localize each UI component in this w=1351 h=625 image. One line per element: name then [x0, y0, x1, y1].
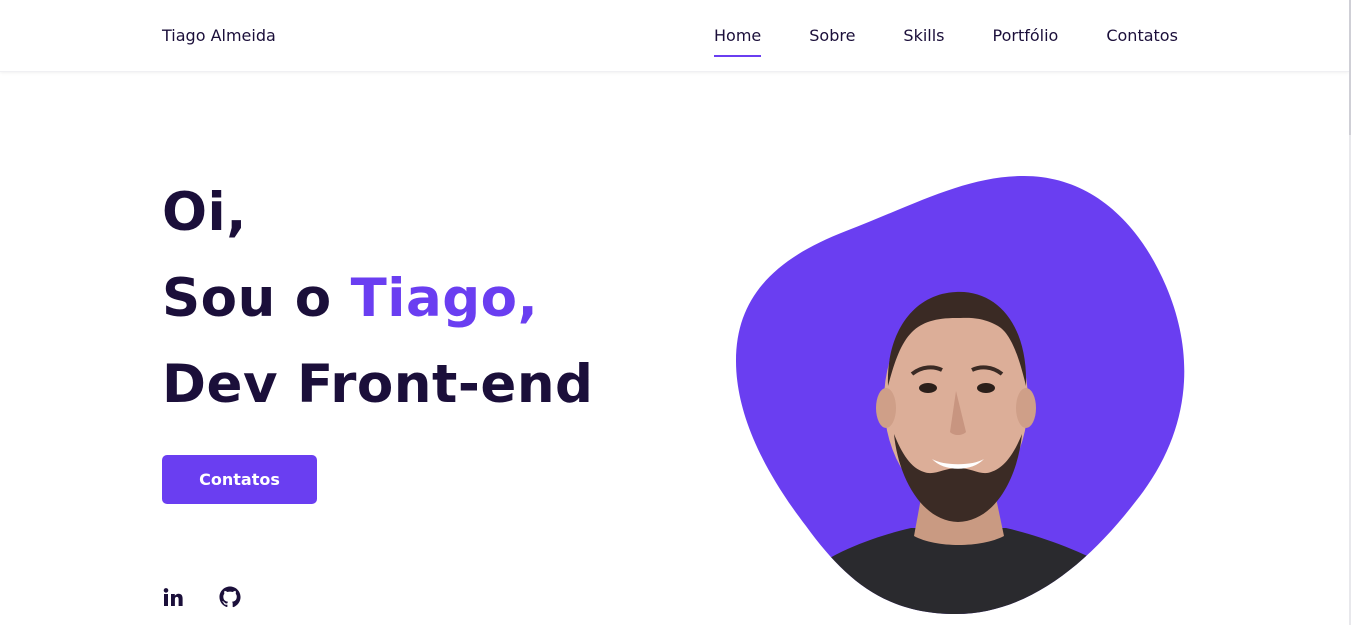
hero-heading: Oi, Sou o Tiago, Dev Front-end	[162, 170, 593, 428]
hero-line-role: Dev Front-end	[162, 354, 594, 415]
hero-line-name-prefix: Sou o	[162, 268, 351, 329]
linkedin-icon	[163, 587, 183, 606]
brand-logo[interactable]: Tiago Almeida	[162, 26, 276, 45]
linkedin-link[interactable]	[162, 586, 184, 608]
nav-sobre[interactable]: Sobre	[809, 26, 855, 45]
nav-contatos[interactable]: Contatos	[1106, 26, 1178, 45]
github-link[interactable]	[219, 586, 241, 608]
main-nav: Home Sobre Skills Portfólio Contatos	[714, 26, 1178, 57]
hero-line-greeting: Oi,	[162, 182, 247, 243]
profile-photo	[736, 176, 1185, 614]
site-header: Tiago Almeida Home Sobre Skills Portfóli…	[0, 0, 1349, 72]
nav-home[interactable]: Home	[714, 26, 762, 57]
hero-name-accent: Tiago,	[350, 268, 539, 329]
nav-skills[interactable]: Skills	[903, 26, 944, 45]
contatos-button[interactable]: Contatos	[162, 455, 317, 504]
github-icon	[219, 586, 241, 608]
hero-image-blob	[736, 176, 1186, 616]
nav-portfolio[interactable]: Portfólio	[993, 26, 1059, 45]
social-links	[162, 586, 241, 608]
